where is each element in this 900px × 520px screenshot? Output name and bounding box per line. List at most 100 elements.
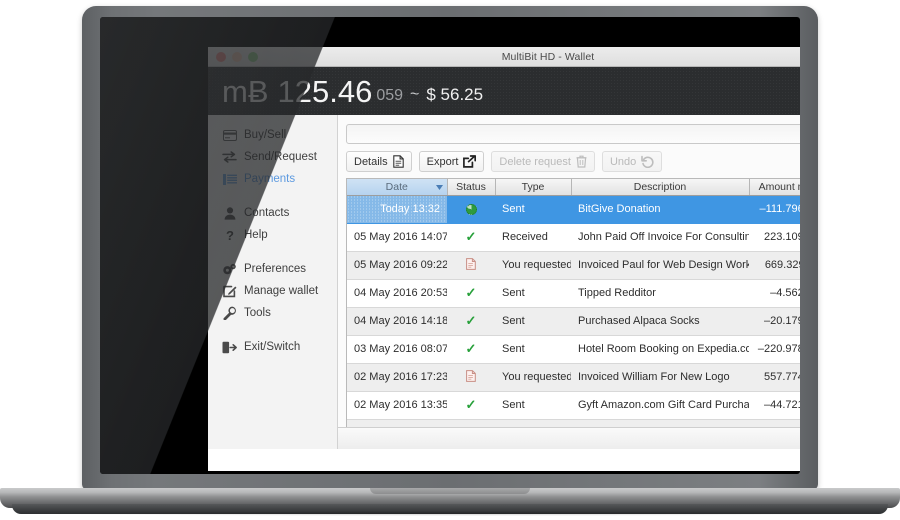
pie-progress-icon	[465, 203, 477, 215]
sidebar-item-label: Preferences	[244, 263, 307, 275]
cell-amount-btc: –42.49084	[749, 419, 800, 427]
details-button[interactable]: Details	[346, 151, 412, 172]
table-row[interactable]: 05 May 2016 09:22 You requested Invoiced…	[347, 251, 800, 280]
cell-type: You requested	[495, 251, 571, 280]
document-request-icon	[466, 257, 476, 273]
cell-description: Hotel Room Booking on Expedia.com	[571, 335, 749, 364]
document-icon	[392, 155, 404, 168]
undo-button[interactable]: Undo	[601, 151, 663, 172]
column-header-type[interactable]: Type	[495, 179, 572, 196]
cell-type: Sent	[495, 307, 571, 336]
check-icon: ✓	[465, 285, 477, 300]
person-icon	[222, 206, 237, 220]
check-icon: ✓	[466, 425, 477, 427]
table-row[interactable]: 02 May 2016 17:23 You requested Invoiced…	[347, 363, 800, 392]
cell-type: Sent	[495, 195, 571, 224]
sidebar-item-tools[interactable]: Tools	[208, 302, 337, 324]
export-arrow-icon	[463, 155, 477, 168]
table-row[interactable]: 05 May 2016 14:07 ✓ Received John Paid O…	[347, 223, 800, 252]
cell-date: 05 May 2016 09:22	[347, 251, 447, 280]
cell-description: BitGive Donation	[571, 195, 749, 224]
table-row[interactable]: 02 May 2016 13:35 ✓ Sent Gyft Amazon.com…	[347, 391, 800, 420]
table-row[interactable]: 03 May 2016 08:07 ✓ Sent Hotel Room Book…	[347, 335, 800, 364]
window-title: MultiBit HD - Wallet	[501, 50, 595, 63]
cell-type: Sent	[495, 391, 571, 420]
cell-description: Gyft Amazon.com Gift Card Purchase	[571, 391, 749, 420]
cell-status	[447, 251, 495, 280]
delete-request-button[interactable]: Delete request	[491, 151, 595, 172]
sidebar-item-send-request[interactable]: Send/Request	[208, 146, 337, 168]
application-window: MultiBit HD - Wallet mɃ 125.46 059 ~ $ 5…	[208, 47, 800, 471]
cell-type: Received	[495, 223, 571, 252]
sidebar-item-contacts[interactable]: Contacts	[208, 202, 337, 224]
list-lines-icon	[222, 172, 237, 186]
exit-door-icon	[222, 340, 237, 354]
question-mark-icon: ?	[222, 228, 237, 242]
sidebar-item-label: Exit/Switch	[244, 341, 301, 353]
svg-text:?: ?	[226, 228, 234, 242]
sidebar-divider-gap	[208, 246, 337, 258]
cell-description: John Paid Off Invoice For Consulting	[571, 223, 749, 252]
cell-status: ✓	[447, 391, 495, 420]
table-row[interactable]: Today 13:32 Sent BitGive Donation –111.7…	[347, 195, 800, 224]
cell-description: Tipped Redditor	[571, 279, 749, 308]
table-row[interactable]: 02 May 2016 12:03 ✓ Sent Stickers From O…	[347, 419, 800, 427]
column-header-amount-btc[interactable]: Amount mɃ	[749, 179, 800, 196]
payments-table-element: Date Status Type Description Amount mɃ	[347, 179, 800, 427]
cell-description: Stickers From OpenBazaar	[571, 419, 749, 427]
cell-status: ✓	[447, 279, 495, 308]
edit-square-icon	[222, 284, 237, 298]
column-header-description[interactable]: Description	[571, 179, 750, 196]
table-row[interactable]: 04 May 2016 14:18 ✓ Sent Purchased Alpac…	[347, 307, 800, 336]
sidebar-item-payments[interactable]: Payments	[208, 168, 337, 190]
cell-amount-btc: –4.56219	[749, 279, 800, 308]
payments-toolbar: Details Export Delete request Undo	[338, 144, 800, 178]
cell-type: Sent	[495, 279, 571, 308]
sidebar-item-label: Buy/Sell	[244, 129, 287, 141]
balance-currency-symbol: mɃ	[222, 73, 269, 109]
cell-description: Invoiced William For New Logo	[571, 363, 749, 392]
table-row[interactable]: 04 May 2016 20:53 ✓ Sent Tipped Redditor…	[347, 279, 800, 308]
cell-type: Sent	[495, 419, 571, 427]
cell-type: Sent	[495, 335, 571, 364]
cell-status: ✓	[447, 419, 495, 427]
cell-amount-btc: 557.77426	[749, 363, 800, 392]
cell-amount-btc: –220.97861	[749, 335, 800, 364]
column-header-status[interactable]: Status	[447, 179, 496, 196]
delete-request-button-label: Delete request	[499, 155, 571, 168]
cell-date: 04 May 2016 20:53	[347, 279, 447, 308]
sidebar-item-label: Payments	[244, 173, 296, 185]
screenshot-stage: MultiBit HD - Wallet mɃ 125.46 059 ~ $ 5…	[0, 0, 900, 520]
balance-decimals: 059	[376, 87, 404, 104]
balance-approx-sign: ~	[410, 86, 420, 103]
check-icon: ✓	[465, 341, 477, 356]
cell-status: ✓	[447, 223, 495, 252]
sidebar-item-manage-wallet[interactable]: Manage wallet	[208, 280, 337, 302]
sidebar-item-help[interactable]: ? Help	[208, 224, 337, 246]
search-input[interactable]	[346, 123, 800, 144]
cell-amount-btc: –20.17987	[749, 307, 800, 336]
sidebar-divider-gap	[208, 324, 337, 336]
balance-fiat-value: $ 56.25	[426, 85, 484, 104]
cell-status	[447, 195, 495, 224]
trash-icon	[576, 155, 587, 168]
export-button[interactable]: Export	[418, 151, 485, 172]
wallet-balance-bar: mɃ 125.46 059 ~ $ 56.25	[208, 67, 800, 115]
cell-date: Today 13:32	[347, 195, 447, 224]
column-header-label: Date	[385, 180, 408, 193]
sidebar-item-buy-sell[interactable]: Buy/Sell	[208, 124, 337, 146]
details-button-label: Details	[354, 155, 388, 168]
cell-amount-btc: 223.10970	[749, 223, 800, 252]
cell-date: 03 May 2016 08:07	[347, 335, 447, 364]
export-button-label: Export	[426, 155, 459, 168]
sidebar-item-preferences[interactable]: Preferences	[208, 258, 337, 280]
cell-status	[447, 363, 495, 392]
column-header-date[interactable]: Date	[347, 179, 448, 196]
sidebar-item-label: Help	[244, 229, 268, 241]
cell-amount-btc: 669.32911	[749, 251, 800, 280]
laptop-screen: MultiBit HD - Wallet mɃ 125.46 059 ~ $ 5…	[100, 17, 800, 474]
sidebar-item-exit-switch[interactable]: Exit/Switch	[208, 336, 337, 358]
exchange-arrows-icon	[222, 150, 237, 164]
cell-amount-btc: –111.79690	[749, 195, 800, 224]
balance-amount: 125.46	[277, 73, 373, 109]
